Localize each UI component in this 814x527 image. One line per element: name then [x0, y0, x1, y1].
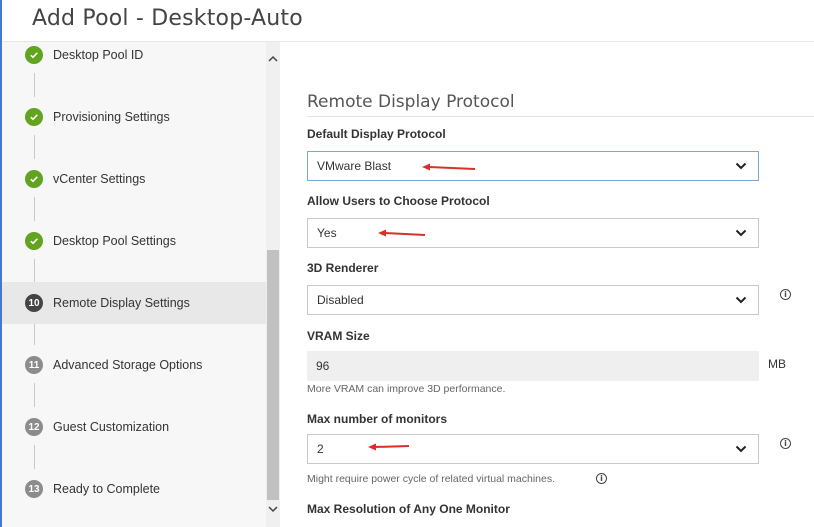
step-label: Guest Customization	[53, 420, 170, 434]
allow-users-choose-protocol-select[interactable]: Yes	[307, 218, 759, 248]
step-connector	[34, 197, 35, 221]
step-label: Ready to Complete	[53, 482, 161, 496]
select-value: Disabled	[317, 293, 364, 307]
step-connector	[34, 259, 35, 283]
chevron-down-icon	[735, 445, 747, 453]
select-value: 2	[317, 442, 324, 456]
annotation-arrow-icon	[368, 443, 410, 451]
vram-hint: More VRAM can improve 3D performance.	[307, 383, 506, 395]
max-monitors-hint: Might require power cycle of related vir…	[307, 473, 556, 485]
chevron-down-icon	[735, 162, 747, 170]
vram-size-field: 96	[307, 351, 759, 381]
dialog-title: Add Pool - Desktop-Auto	[32, 6, 303, 31]
3d-renderer-select[interactable]: Disabled	[307, 285, 759, 315]
chevron-down-icon	[735, 296, 747, 304]
section-title: Remote Display Protocol	[307, 92, 515, 112]
annotation-arrow-icon	[422, 163, 476, 171]
step-label: Advanced Storage Options	[53, 358, 203, 372]
info-icon[interactable]: i	[780, 289, 791, 300]
3d-renderer-label: 3D Renderer	[307, 261, 379, 275]
scroll-up-icon[interactable]	[266, 55, 280, 67]
check-icon	[25, 170, 43, 188]
select-value: VMware Blast	[317, 159, 392, 173]
check-icon	[25, 232, 43, 250]
step-connector	[34, 383, 35, 407]
step-ready-to-complete[interactable]: 13 Ready to Complete	[2, 468, 266, 510]
info-icon[interactable]: i	[780, 438, 791, 449]
step-connector	[34, 321, 35, 345]
step-advanced-storage-options[interactable]: 11 Advanced Storage Options	[2, 344, 266, 386]
window-frame: Add Pool - Desktop-Auto Desktop Pool ID …	[0, 0, 814, 527]
step-connector	[34, 73, 35, 97]
step-number-badge: 10	[25, 294, 43, 312]
step-label: Desktop Pool Settings	[53, 234, 176, 248]
vram-size-label: VRAM Size	[307, 329, 370, 343]
step-connector	[34, 135, 35, 159]
step-desktop-pool-settings[interactable]: Desktop Pool Settings	[2, 220, 266, 262]
step-number-badge: 11	[25, 356, 43, 374]
scrollbar-thumb[interactable]	[267, 250, 279, 500]
info-icon[interactable]: i	[596, 473, 607, 484]
step-label: Provisioning Settings	[53, 110, 170, 124]
allow-users-choose-protocol-label: Allow Users to Choose Protocol	[307, 194, 490, 208]
step-number-badge: 13	[25, 480, 43, 498]
step-guest-customization[interactable]: 12 Guest Customization	[2, 406, 266, 448]
step-number-badge: 12	[25, 418, 43, 436]
step-connector	[34, 445, 35, 469]
step-remote-display-settings[interactable]: 10 Remote Display Settings	[2, 282, 266, 324]
select-value: Yes	[317, 226, 337, 240]
settings-form: Remote Display Protocol Default Display …	[281, 42, 814, 527]
max-monitors-label: Max number of monitors	[307, 412, 448, 426]
annotation-arrow-icon	[378, 229, 426, 237]
check-icon	[25, 108, 43, 126]
step-label: vCenter Settings	[53, 172, 146, 186]
default-display-protocol-select[interactable]: VMware Blast	[307, 151, 759, 181]
wizard-sidebar: Desktop Pool ID Provisioning Settings vC…	[2, 42, 280, 527]
scroll-down-icon[interactable]	[266, 505, 280, 517]
vram-unit: MB	[768, 357, 786, 371]
default-display-protocol-label: Default Display Protocol	[307, 127, 446, 141]
step-vcenter-settings[interactable]: vCenter Settings	[2, 158, 266, 200]
step-label: Desktop Pool ID	[53, 48, 144, 62]
step-desktop-pool-id[interactable]: Desktop Pool ID	[2, 34, 266, 76]
section-divider	[307, 116, 814, 117]
chevron-down-icon	[735, 229, 747, 237]
step-label: Remote Display Settings	[53, 296, 190, 310]
field-value: 96	[316, 359, 330, 373]
step-provisioning-settings[interactable]: Provisioning Settings	[2, 96, 266, 138]
check-icon	[25, 46, 43, 64]
max-resolution-label: Max Resolution of Any One Monitor	[307, 502, 510, 516]
